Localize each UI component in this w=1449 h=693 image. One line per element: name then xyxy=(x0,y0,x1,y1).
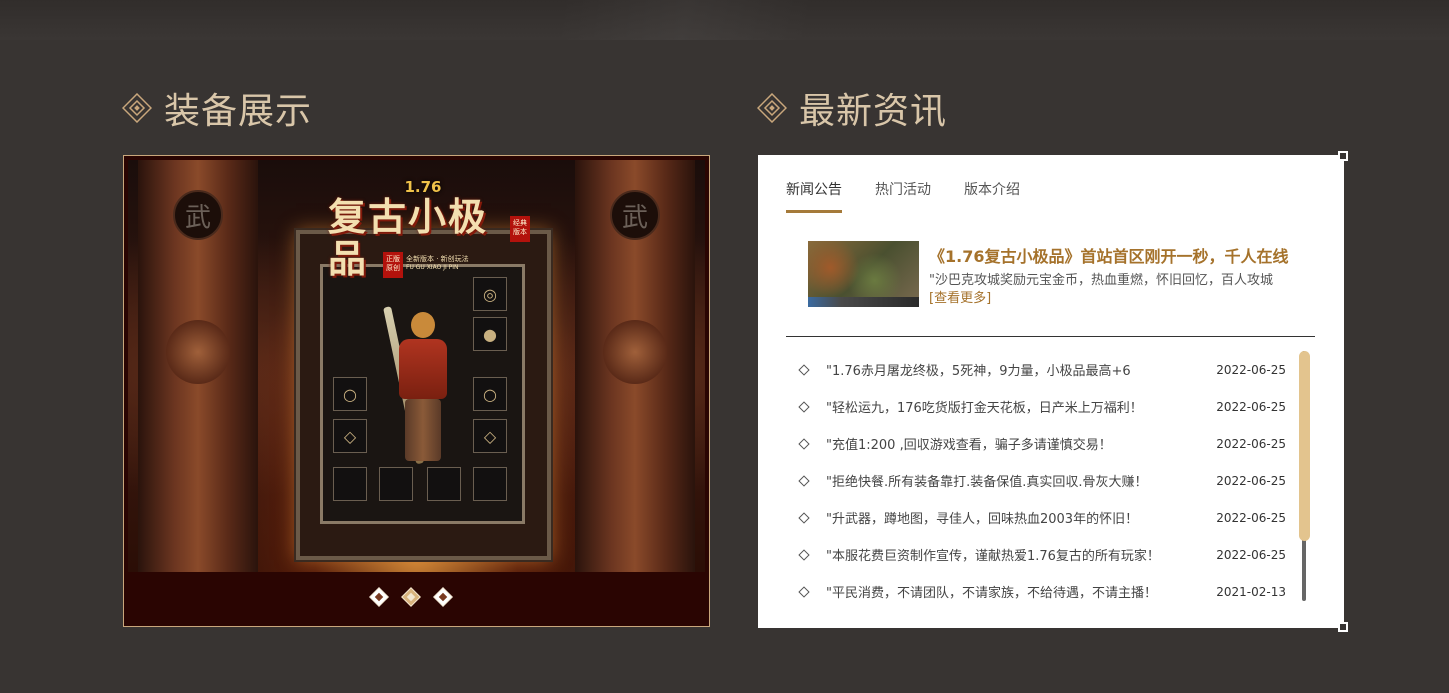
news-date: 2022-06-25 xyxy=(1216,547,1286,562)
diamond-ornament-icon xyxy=(756,92,788,124)
equipment-carousel: 武 武 ◎ ● ○ ○ ◇ ◇ 1.76 复古小极品 正版原创 经典版本 全新版… xyxy=(123,155,710,627)
news-item[interactable]: "充值1:200 ,回収游戏查看，骗子多请谨慎交易！ 2022-06-25 xyxy=(796,425,1286,462)
news-item[interactable]: "升武器，蹲地图，寻佳人，回味热血2003年的怀旧！ 2022-06-25 xyxy=(796,499,1286,536)
medal-slot: ● xyxy=(473,317,507,351)
empty-slot xyxy=(333,467,367,501)
news-date: 2021-02-13 xyxy=(1216,584,1286,599)
news-title[interactable]: "1.76赤月屠龙终极，5死神，9力量，小极品最高+6 xyxy=(826,360,1206,379)
scrollbar-thumb[interactable] xyxy=(1299,351,1310,541)
diamond-bullet-icon xyxy=(798,437,810,450)
news-date: 2022-06-25 xyxy=(1216,362,1286,377)
necklace-slot: ◎ xyxy=(473,277,507,311)
news-panel: 新闻公告 热门活动 版本介绍 《1.76复古小极品》首站首区刚开一秒，千人在线 … xyxy=(758,151,1348,632)
carousel-dot-1[interactable] xyxy=(369,587,389,607)
top-decorative-band xyxy=(0,0,1449,40)
diamond-bullet-icon xyxy=(798,400,810,413)
bracelet-left-slot: ○ xyxy=(333,377,367,411)
news-date: 2022-06-25 xyxy=(1216,473,1286,488)
carousel-dot-2[interactable] xyxy=(401,587,421,607)
bracelet-right-slot: ○ xyxy=(473,377,507,411)
diamond-bullet-icon xyxy=(798,585,810,598)
diamond-bullet-icon xyxy=(798,363,810,376)
diamond-bullet-icon xyxy=(798,511,810,524)
carousel-footer xyxy=(124,572,709,626)
news-title[interactable]: "充值1:200 ,回収游戏查看，骗子多请谨慎交易！ xyxy=(826,434,1206,453)
empty-slot xyxy=(427,467,461,501)
news-item[interactable]: "1.76赤月屠龙终极，5死神，9力量，小极品最高+6 2022-06-25 xyxy=(796,351,1286,388)
equipment-section-heading: 装备展示 xyxy=(121,84,313,132)
news-item[interactable]: "平民消费，不请团队，不请家族，不给待遇，不请主播！ 2021-02-13 xyxy=(796,573,1286,610)
character-figure xyxy=(383,306,463,467)
pillar-medallion xyxy=(603,320,667,384)
news-title[interactable]: "拒绝快餐.所有装备靠打.装备保值.真实回収.骨灰大赚！ xyxy=(826,471,1206,490)
news-tabs: 新闻公告 热门活动 版本介绍 xyxy=(786,179,1020,213)
news-section-heading: 最新资讯 xyxy=(756,84,948,132)
corner-ornament-icon xyxy=(1338,151,1348,161)
equipment-section-title: 装备展示 xyxy=(164,91,313,132)
pillar-medallion xyxy=(166,320,230,384)
ring-left-slot: ◇ xyxy=(333,419,367,453)
news-date: 2022-06-25 xyxy=(1216,510,1286,525)
news-title[interactable]: "本服花费巨资制作宣传，谨献热爱1.76复古的所有玩家！ xyxy=(826,545,1206,564)
equipment-grid: ◎ ● ○ ○ ◇ ◇ xyxy=(320,264,525,524)
news-date: 2022-06-25 xyxy=(1216,436,1286,451)
news-title[interactable]: "平民消费，不请团队，不请家族，不给待遇，不请主播！ xyxy=(826,582,1206,601)
featured-thumbnail[interactable] xyxy=(808,241,919,307)
news-item[interactable]: "轻松运九，176吃货版打金天花板，日产米上万福利！ 2022-06-25 xyxy=(796,388,1286,425)
diamond-bullet-icon xyxy=(798,548,810,561)
news-item[interactable]: "拒绝快餐.所有装备靠打.装备保值.真实回収.骨灰大赚！ 2022-06-25 xyxy=(796,462,1286,499)
seal-right: 经典版本 xyxy=(510,216,530,242)
equipment-showcase-image: 武 武 ◎ ● ○ ○ ◇ ◇ 1.76 复古小极品 正版原创 经典版本 全新版… xyxy=(128,160,705,572)
corner-ornament-icon xyxy=(1338,622,1348,632)
seal-left: 正版原创 xyxy=(383,252,403,278)
carousel-dots xyxy=(369,587,453,607)
divider xyxy=(786,336,1315,337)
news-item[interactable]: "本服花费巨资制作宣传，谨献热爱1.76复古的所有玩家！ 2022-06-25 xyxy=(796,536,1286,573)
empty-slot xyxy=(379,467,413,501)
featured-news[interactable]: 《1.76复古小极品》首站首区刚开一秒，千人在线 "沙巴克攻城奖励元宝金币，热血… xyxy=(808,241,1318,307)
view-more-link[interactable]: [查看更多] xyxy=(929,287,991,306)
news-section-title: 最新资讯 xyxy=(799,91,948,132)
news-date: 2022-06-25 xyxy=(1216,399,1286,414)
diamond-bullet-icon xyxy=(798,474,810,487)
pillar-glyph: 武 xyxy=(173,190,223,240)
news-list: "1.76赤月屠龙终极，5死神，9力量，小极品最高+6 2022-06-25 "… xyxy=(796,351,1286,610)
featured-title[interactable]: 《1.76复古小极品》首站首区刚开一秒，千人在线 xyxy=(929,243,1309,267)
tab-news[interactable]: 新闻公告 xyxy=(786,179,842,213)
game-pinyin: FU GU XIAO JI PIN xyxy=(406,264,459,271)
diamond-ornament-icon xyxy=(121,92,153,124)
game-logo: 1.76 复古小极品 xyxy=(328,178,518,280)
tab-events[interactable]: 热门活动 xyxy=(875,179,931,211)
pillar-glyph: 武 xyxy=(610,190,660,240)
tab-version[interactable]: 版本介绍 xyxy=(964,179,1020,211)
ring-right-slot: ◇ xyxy=(473,419,507,453)
temple-pillar-right: 武 xyxy=(575,160,695,572)
temple-pillar-left: 武 xyxy=(138,160,258,572)
featured-description: "沙巴克攻城奖励元宝金币，热血重燃，怀旧回忆，百人攻城 xyxy=(929,273,1273,288)
carousel-dot-3[interactable] xyxy=(433,587,453,607)
game-tagline: 全新版本 · 新创玩法 xyxy=(406,255,469,263)
empty-slot xyxy=(473,467,507,501)
news-title[interactable]: "升武器，蹲地图，寻佳人，回味热血2003年的怀旧！ xyxy=(826,508,1206,527)
news-title[interactable]: "轻松运九，176吃货版打金天花板，日产米上万福利！ xyxy=(826,397,1206,416)
